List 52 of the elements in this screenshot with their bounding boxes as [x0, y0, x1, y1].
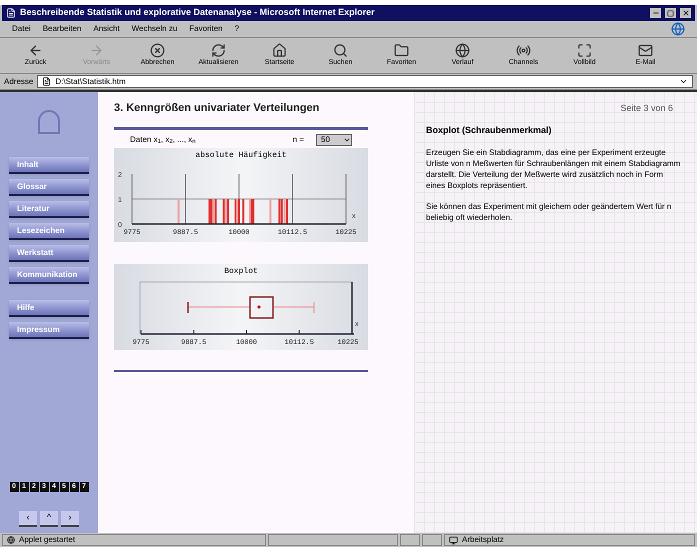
menu-item[interactable]: Wechseln zu [132, 23, 178, 35]
bar [269, 198, 272, 224]
address-field[interactable]: D:\Stat\Statistik.htm [37, 75, 693, 88]
address-value: D:\Stat\Statistik.htm [55, 76, 126, 88]
mail-icon [638, 42, 653, 58]
page-indicator: Seite 3 von 6 [619, 102, 673, 115]
search-icon [333, 42, 348, 58]
home-icon [272, 42, 287, 58]
status-panel [400, 534, 420, 546]
logo-icon [38, 110, 60, 134]
close-button[interactable] [680, 8, 691, 18]
n-label: n = [292, 134, 304, 146]
info-paragraph: Sie können das Experiment mit gleichem oder geändertem Wert für n beliebig oft wiederholen. [426, 201, 672, 223]
info-paragraph: Erzeugen Sie ein Stabdiagramm, das eine per Experiment erzeugte Urliste von n Meßwerten für Schraubenlängen mit einem Stabdiagramm darstellt. Die Verteilung der Meßwerte wird zusätzlich noch in Form eines Boxplots repräsentiert. [426, 147, 682, 191]
minimize-button[interactable] [650, 8, 661, 18]
chart-title: absolute Häufigkeit [194, 150, 288, 162]
window-title: Beschreibende Statistik und explorative Datenanalyse - Microsoft Internet Explorer [20, 6, 376, 20]
stop-icon [150, 42, 165, 58]
maximize-icon [667, 10, 674, 16]
menu-item[interactable]: Ansicht [93, 23, 120, 35]
data-label: Daten x$_{1}$, x$_{2}$, ..., x$_{n}$ [130, 134, 196, 146]
status-message: Applet gestartet [19, 534, 76, 546]
forward-arrow-icon [89, 42, 104, 58]
info-title: Boxplot (Schraubenmerkmal) [426, 124, 553, 137]
page-icon [6, 8, 16, 18]
window-icon [577, 42, 592, 58]
nav-arrow-button[interactable]: ‹ [19, 511, 37, 527]
close-icon [682, 9, 690, 17]
nav-arrow-button[interactable]: ^ [40, 511, 58, 527]
page-heading: 3. Kenngrößen univariater Verteilungen [114, 101, 320, 116]
computer-icon [449, 536, 458, 544]
globe-icon [7, 536, 15, 544]
menu-item[interactable]: ? [234, 23, 240, 35]
maximize-button[interactable] [665, 8, 676, 18]
menu-item[interactable]: Datei [12, 23, 31, 35]
globe-icon [671, 22, 685, 36]
dropdown-icon [679, 77, 688, 86]
status-panel [422, 534, 442, 546]
refresh-icon [211, 42, 226, 58]
chart-title: Boxplot [223, 266, 259, 278]
antenna-icon [516, 42, 531, 58]
globe-icon [455, 42, 470, 58]
page-icon [42, 77, 52, 86]
menu-item[interactable]: Bearbeiten [42, 23, 82, 35]
zone-label: Arbeitsplatz [462, 534, 504, 546]
menu-item[interactable]: Favoriten [189, 23, 223, 35]
bar [178, 198, 180, 224]
folder-icon [394, 42, 409, 58]
bar [242, 198, 244, 224]
nav-arrow-button[interactable]: › [61, 511, 79, 527]
n-select[interactable]: 50 [316, 134, 352, 146]
address-label: Adresse [4, 76, 34, 88]
